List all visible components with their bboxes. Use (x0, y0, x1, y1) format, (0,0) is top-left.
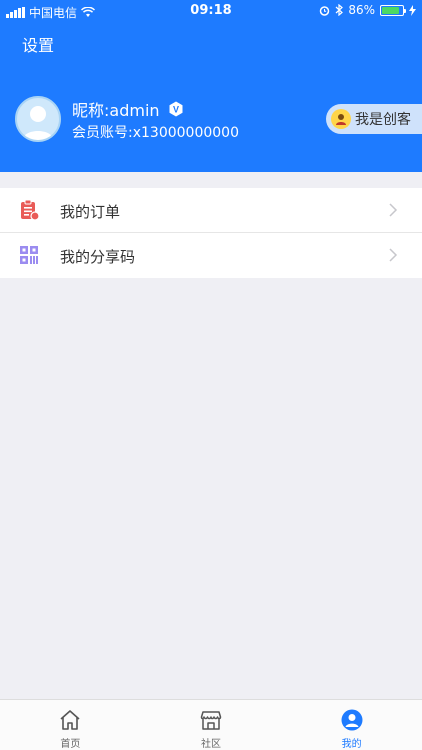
creator-label: 我是创客 (355, 112, 411, 128)
nickname-row: 昵称:admin V (72, 97, 184, 121)
menu-item-my-share-code[interactable]: 我的分享码 (0, 233, 422, 278)
qr-code-icon (20, 246, 38, 264)
tab-bar: 首页 社区 我的 (0, 699, 422, 750)
creator-icon (331, 109, 351, 129)
settings-button[interactable]: 设置 (22, 32, 54, 56)
menu-label-my-orders: 我的订单 (60, 203, 121, 221)
alarm-icon (320, 5, 330, 16)
tab-home[interactable]: 首页 (0, 700, 141, 750)
tab-mine-label: 我的 (341, 739, 362, 750)
profile-header: 中国电信 09:18 86% 设置 昵称:admin V 会员账号:x13000… (0, 0, 422, 172)
charging-icon (409, 4, 416, 16)
menu-list: 我的订单 我的分享码 (0, 188, 422, 278)
battery-percent-text: 86% (348, 3, 375, 17)
nickname-text: 昵称:admin (72, 101, 160, 120)
tab-community-label: 社区 (201, 739, 221, 750)
tab-mine[interactable]: 我的 (281, 700, 422, 750)
verified-badge-letter: V (173, 105, 179, 115)
chevron-right-icon (389, 248, 398, 262)
avatar[interactable] (15, 96, 61, 142)
bluetooth-icon (335, 4, 344, 16)
creator-button[interactable]: 我是创客 (326, 104, 422, 134)
default-avatar-icon (23, 106, 53, 140)
battery-icon (380, 4, 406, 16)
menu-label-my-share-code: 我的分享码 (60, 248, 136, 266)
tab-home-label: 首页 (60, 739, 81, 750)
tab-community[interactable]: 社区 (141, 700, 282, 750)
order-clipboard-icon (21, 199, 40, 221)
verified-badge-icon: V (169, 101, 183, 117)
user-profile-icon (341, 709, 363, 731)
account-text: 会员账号:x13000000000 (72, 125, 239, 141)
home-icon (60, 710, 80, 730)
status-bar: 中国电信 09:18 86% (0, 0, 422, 22)
chevron-right-icon (389, 203, 398, 217)
menu-item-my-orders[interactable]: 我的订单 (0, 188, 422, 233)
store-icon (200, 711, 222, 730)
